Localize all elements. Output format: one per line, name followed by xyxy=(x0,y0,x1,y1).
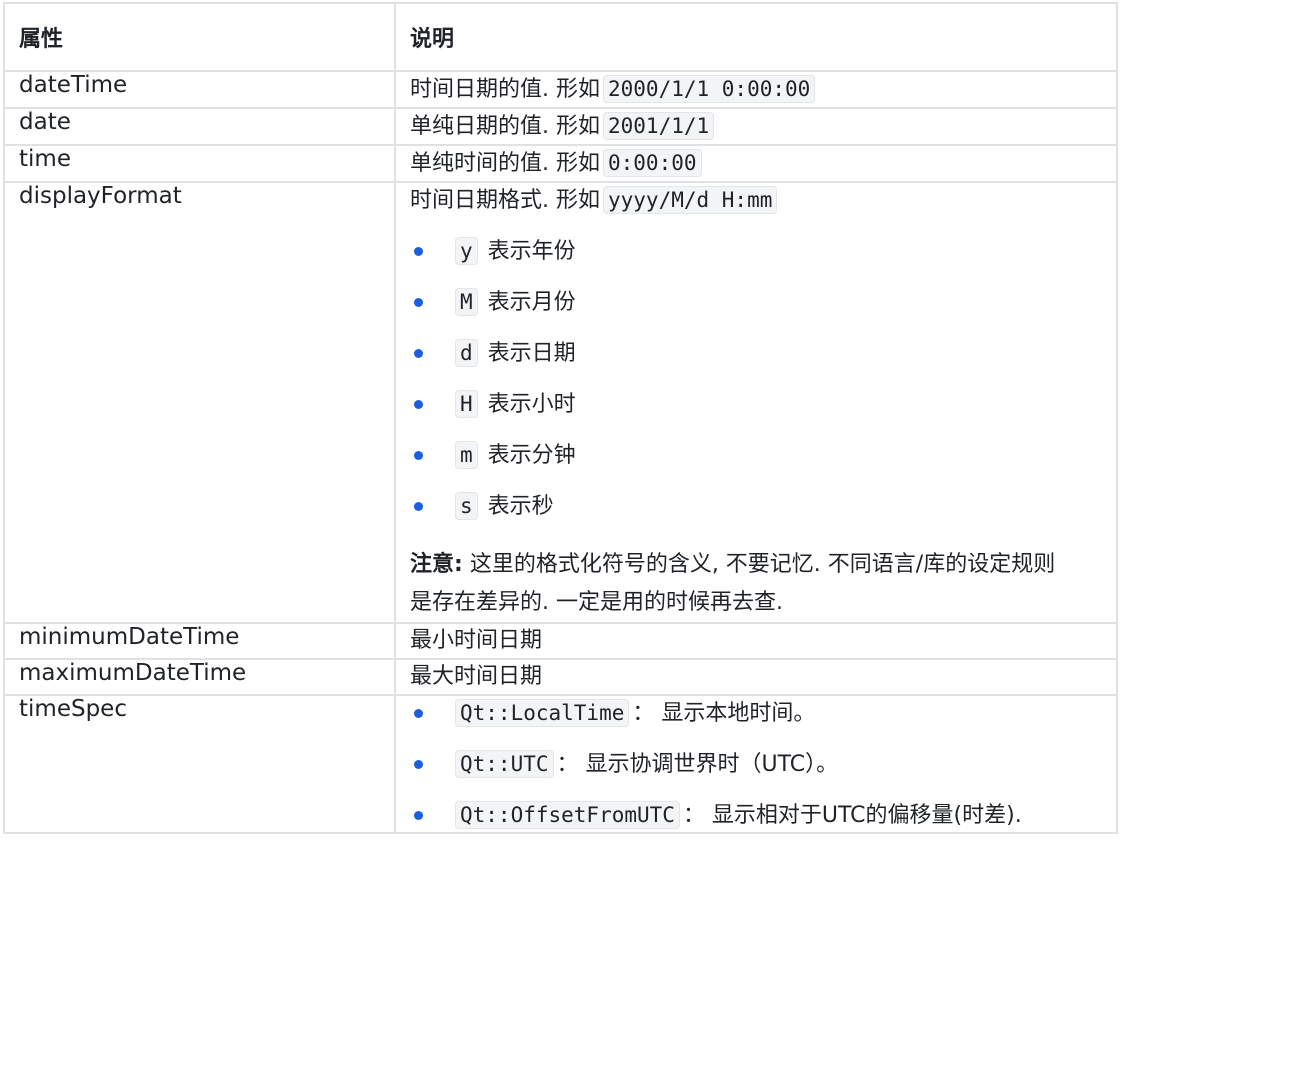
timespec-value: Qt::OffsetFromUTC xyxy=(455,801,680,829)
timespec-value: Qt::LocalTime xyxy=(455,699,630,727)
timespec-value: Qt::UTC xyxy=(455,750,554,778)
property-name: time xyxy=(3,144,396,183)
list-item: Qt::LocalTime： 显示本地时间。 xyxy=(410,696,1102,747)
bullet-icon xyxy=(414,760,423,769)
format-meaning: 表示年份 xyxy=(487,239,576,264)
table-row: maximumDateTime 最大时间日期 xyxy=(3,658,1118,696)
list-item: d 表示日期 xyxy=(410,336,1102,387)
property-name: date xyxy=(3,107,396,146)
description-text: 最大时间日期 xyxy=(410,664,543,689)
table-row: minimumDateTime 最小时间日期 xyxy=(3,622,1118,660)
note-text-line2: 是存在差异的. 一定是用的时候再去查. xyxy=(410,590,783,615)
code-example: 0:00:00 xyxy=(603,149,702,177)
list-item: y 表示年份 xyxy=(410,234,1102,285)
timespec-list: Qt::LocalTime： 显示本地时间。 Qt::UTC： 显示协调世界时（… xyxy=(410,696,1102,832)
list-item: s 表示秒 xyxy=(410,489,1102,540)
header-description: 说明 xyxy=(394,2,1118,72)
description-text: 时间日期格式. 形如 xyxy=(410,188,600,213)
code-example: 2000/1/1 0:00:00 xyxy=(603,75,816,103)
format-meaning: 表示秒 xyxy=(487,494,554,519)
table-row: time 单纯时间的值. 形如 0:00:00 xyxy=(3,144,1118,183)
description-text: 单纯时间的值. 形如 xyxy=(410,151,600,176)
format-meaning: 表示月份 xyxy=(487,290,576,315)
code-example: 2001/1/1 xyxy=(603,112,715,140)
property-name: timeSpec xyxy=(3,694,396,834)
table-header-row: 属性 说明 xyxy=(3,2,1118,72)
list-item: m 表示分钟 xyxy=(410,438,1102,489)
property-name: dateTime xyxy=(3,70,396,109)
format-symbol: s xyxy=(455,492,478,520)
description-text: 单纯日期的值. 形如 xyxy=(410,114,600,139)
bullet-icon xyxy=(414,709,423,718)
property-name: displayFormat xyxy=(3,181,396,624)
note-paragraph: 注意: 这里的格式化符号的含义, 不要记忆. 不同语言/库的设定规则 是存在差异… xyxy=(410,546,1102,622)
bullet-icon xyxy=(414,400,423,409)
header-property: 属性 xyxy=(3,2,396,72)
table-row: date 单纯日期的值. 形如 2001/1/1 xyxy=(3,107,1118,146)
table-row: displayFormat 时间日期格式. 形如 yyyy/M/d H:mm y … xyxy=(3,181,1118,624)
properties-table: 属性 说明 dateTime 时间日期的值. 形如 2000/1/1 0:00:0… xyxy=(3,2,1118,834)
property-description: 最小时间日期 xyxy=(394,622,1118,660)
bullet-icon xyxy=(414,811,423,820)
description-text: 时间日期的值. 形如 xyxy=(410,77,600,102)
table-row: timeSpec Qt::LocalTime： 显示本地时间。 Qt::UTC：… xyxy=(3,694,1118,834)
format-symbol: d xyxy=(455,339,478,367)
code-example: yyyy/M/d H:mm xyxy=(603,186,778,214)
note-label: 注意: xyxy=(410,552,463,577)
property-description: 单纯日期的值. 形如 2001/1/1 xyxy=(394,107,1118,146)
description-text: 最小时间日期 xyxy=(410,628,543,653)
property-name: minimumDateTime xyxy=(3,622,396,660)
list-item: H 表示小时 xyxy=(410,387,1102,438)
list-item: M 表示月份 xyxy=(410,285,1102,336)
property-description: 时间日期的值. 形如 2000/1/1 0:00:00 xyxy=(394,70,1118,109)
property-description: 最大时间日期 xyxy=(394,658,1118,696)
property-name: maximumDateTime xyxy=(3,658,396,696)
timespec-meaning: ： 显示本地时间。 xyxy=(632,701,816,726)
format-meaning: 表示日期 xyxy=(487,341,576,366)
format-symbol: H xyxy=(455,390,478,418)
list-item: Qt::UTC： 显示协调世界时（UTC）。 xyxy=(410,747,1102,798)
property-description: 单纯时间的值. 形如 0:00:00 xyxy=(394,144,1118,183)
table-row: dateTime 时间日期的值. 形如 2000/1/1 0:00:00 xyxy=(3,70,1118,109)
bullet-icon xyxy=(414,502,423,511)
property-description: Qt::LocalTime： 显示本地时间。 Qt::UTC： 显示协调世界时（… xyxy=(394,694,1118,834)
property-description: 时间日期格式. 形如 yyyy/M/d H:mm y 表示年份 M 表示月份 d … xyxy=(394,181,1118,624)
note-text-line1: 这里的格式化符号的含义, 不要记忆. 不同语言/库的设定规则 xyxy=(469,552,1056,577)
format-meaning: 表示分钟 xyxy=(487,443,576,468)
timespec-meaning: ： 显示协调世界时（UTC）。 xyxy=(556,752,839,777)
timespec-meaning: ： 显示相对于UTC的偏移量(时差). xyxy=(682,803,1022,828)
format-symbol-list: y 表示年份 M 表示月份 d 表示日期 H 表示小时 m 表示分钟 s 表示秒 xyxy=(410,234,1102,540)
bullet-icon xyxy=(414,349,423,358)
format-symbol: M xyxy=(455,288,478,316)
bullet-icon xyxy=(414,451,423,460)
bullet-icon xyxy=(414,247,423,256)
list-item: Qt::OffsetFromUTC： 显示相对于UTC的偏移量(时差). xyxy=(410,798,1102,832)
format-meaning: 表示小时 xyxy=(487,392,576,417)
format-symbol: y xyxy=(455,237,478,265)
bullet-icon xyxy=(414,298,423,307)
format-symbol: m xyxy=(455,441,478,469)
